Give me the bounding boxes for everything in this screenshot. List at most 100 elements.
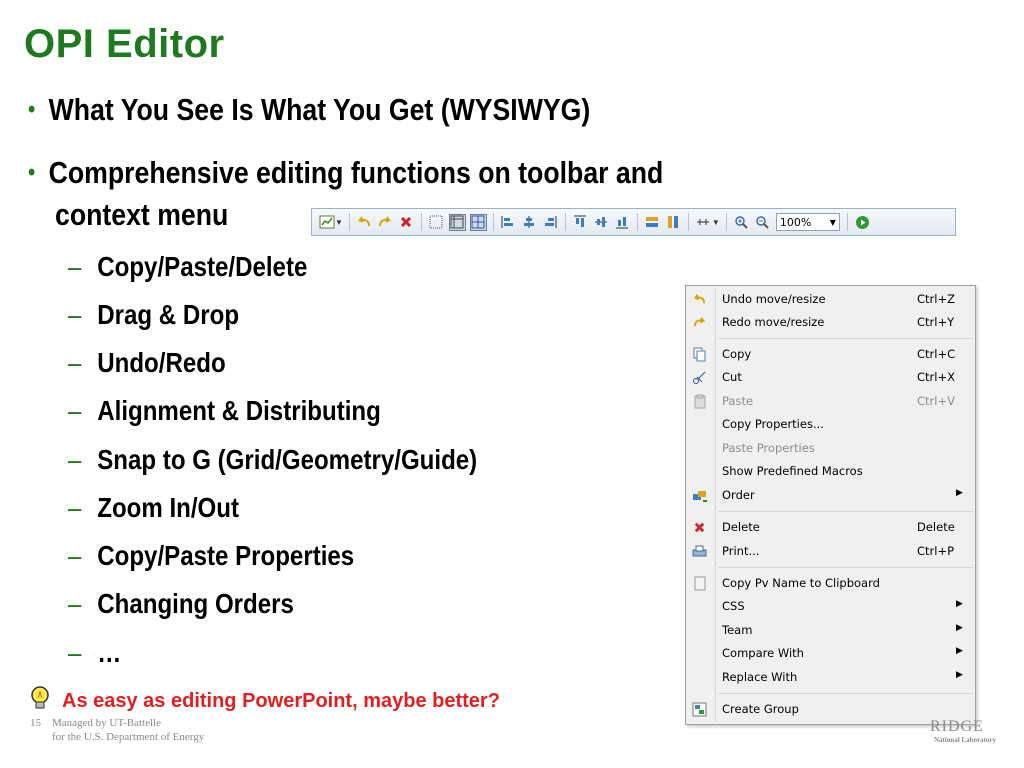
- dash: –: [68, 588, 82, 619]
- menu-item-accelerator: Ctrl+C: [917, 347, 956, 361]
- order-icon: [691, 487, 708, 504]
- sub-item-text: …: [97, 637, 122, 668]
- menu-item-compare-with[interactable]: Compare With ▶: [686, 642, 975, 665]
- sub-item: – Zoom In/Out: [68, 491, 239, 525]
- sub-item: – Drag & Drop: [68, 298, 239, 332]
- lightbulb-icon: [29, 684, 51, 714]
- sub-item-text: Changing Orders: [97, 588, 294, 619]
- menu-item-label: Team: [722, 623, 753, 637]
- run-icon[interactable]: [854, 214, 871, 231]
- menu-item-label: Show Predefined Macros: [722, 464, 863, 478]
- zoom-combo[interactable]: 100% ▼: [775, 213, 840, 231]
- menu-item-redo[interactable]: Redo move/resize Ctrl+Y: [686, 311, 975, 334]
- menu-item-label: Compare With: [722, 646, 804, 660]
- undo-icon: [691, 291, 708, 308]
- distribute-icon[interactable]: [695, 214, 712, 231]
- align-left-icon[interactable]: [500, 214, 517, 231]
- menu-separator: [718, 567, 973, 568]
- slide-title: OPI Editor: [24, 22, 225, 66]
- dash: –: [68, 299, 82, 330]
- menu-item-label: Copy: [722, 347, 752, 361]
- align-center-icon[interactable]: [521, 214, 538, 231]
- submenu-arrow-icon: ▶: [956, 646, 963, 656]
- sub-item-text: Zoom In/Out: [97, 492, 240, 523]
- sub-item: – Undo/Redo: [68, 346, 226, 380]
- menu-separator: [718, 511, 973, 512]
- menu-item-order[interactable]: Order ▶: [686, 484, 975, 507]
- menu-item-copy-pv-name[interactable]: Copy Pv Name to Clipboard: [686, 572, 975, 595]
- toolbar-separator: [846, 213, 848, 231]
- paste-icon: [691, 393, 708, 410]
- zoom-in-icon[interactable]: [733, 214, 750, 231]
- menu-item-paste[interactable]: Paste Ctrl+V: [686, 390, 975, 413]
- dash: –: [68, 637, 82, 668]
- chevron-down-icon[interactable]: ▼: [335, 218, 343, 227]
- menu-item-label: Copy Properties...: [722, 417, 824, 431]
- toolbar-separator: [348, 213, 350, 231]
- menu-item-show-macros[interactable]: Show Predefined Macros: [686, 460, 975, 483]
- bullet-dot: •: [28, 159, 36, 186]
- submenu-arrow-icon: ▶: [956, 670, 963, 680]
- ruler-icon[interactable]: [448, 213, 466, 231]
- palette-icon[interactable]: [318, 214, 335, 231]
- sub-item: – Alignment & Distributing: [68, 394, 381, 428]
- sub-item-text: Snap to G (Grid/Geometry/Guide): [97, 444, 478, 475]
- menu-item-label: Create Group: [722, 702, 799, 716]
- context-menu: Undo move/resize Ctrl+Z Redo move/resize…: [685, 285, 976, 725]
- menu-item-label: Cut: [722, 370, 742, 384]
- menu-item-accelerator: Ctrl+P: [917, 544, 955, 558]
- sub-item: – Copy/Paste/Delete: [68, 250, 307, 284]
- logo-text: RIDGE: [930, 718, 984, 735]
- clipboard-icon: [691, 575, 708, 592]
- menu-item-copy[interactable]: Copy Ctrl+C: [686, 343, 975, 366]
- menu-item-accelerator: Ctrl+Z: [917, 292, 955, 306]
- cut-icon: [691, 369, 708, 386]
- menu-item-label: Delete: [722, 520, 760, 534]
- dash: –: [68, 395, 82, 426]
- menu-item-label: Undo move/resize: [722, 292, 826, 306]
- menu-item-css[interactable]: CSS ▶: [686, 595, 975, 618]
- tip-text: As easy as editing PowerPoint, maybe bet…: [62, 690, 500, 712]
- undo-icon[interactable]: [356, 214, 373, 231]
- menu-item-replace-with[interactable]: Replace With ▶: [686, 666, 975, 689]
- menu-item-copy-properties[interactable]: Copy Properties...: [686, 413, 975, 436]
- align-middle-icon[interactable]: [593, 214, 610, 231]
- align-bottom-icon[interactable]: [614, 214, 631, 231]
- redo-icon[interactable]: [377, 214, 394, 231]
- group-icon: [691, 701, 708, 718]
- dash: –: [68, 347, 82, 378]
- dash: –: [68, 540, 82, 571]
- zoom-out-icon[interactable]: [754, 214, 771, 231]
- menu-item-team[interactable]: Team ▶: [686, 619, 975, 642]
- menu-item-label: Copy Pv Name to Clipboard: [722, 576, 880, 590]
- sub-item: – Changing Orders: [68, 587, 294, 621]
- bullet-text: Comprehensive editing functions on toolb…: [48, 155, 664, 190]
- print-icon: [691, 543, 708, 560]
- submenu-arrow-icon: ▶: [956, 488, 963, 498]
- bullet-editing-functions: • Comprehensive editing functions on tool…: [28, 153, 663, 193]
- sub-item: –…: [68, 636, 121, 670]
- sub-item-text: Drag & Drop: [97, 299, 240, 330]
- menu-item-print[interactable]: Print... Ctrl+P: [686, 540, 975, 563]
- menu-item-accelerator: Ctrl+V: [917, 394, 955, 408]
- match-height-icon[interactable]: [665, 214, 682, 231]
- menu-item-paste-properties[interactable]: Paste Properties: [686, 437, 975, 460]
- menu-item-label: Print...: [722, 544, 760, 558]
- menu-item-label: Order: [722, 488, 755, 502]
- menu-item-delete[interactable]: Delete Delete: [686, 516, 975, 539]
- menu-item-undo[interactable]: Undo move/resize Ctrl+Z: [686, 288, 975, 311]
- grid-icon[interactable]: [428, 214, 445, 231]
- chevron-down-icon[interactable]: ▼: [830, 218, 836, 227]
- bullet-text: What You See Is What You Get (WYSIWYG): [48, 92, 591, 127]
- menu-item-cut[interactable]: Cut Ctrl+X: [686, 366, 975, 389]
- menu-item-label: Paste Properties: [722, 441, 815, 455]
- guide-icon[interactable]: [469, 213, 487, 231]
- align-right-icon[interactable]: [542, 214, 559, 231]
- menu-item-accelerator: Ctrl+X: [917, 370, 955, 384]
- submenu-arrow-icon: ▶: [956, 599, 963, 609]
- delete-icon[interactable]: [398, 214, 415, 231]
- chevron-down-icon[interactable]: ▼: [712, 218, 720, 227]
- align-top-icon[interactable]: [572, 214, 589, 231]
- sub-item-text: Undo/Redo: [97, 347, 226, 378]
- match-width-icon[interactable]: [644, 214, 661, 231]
